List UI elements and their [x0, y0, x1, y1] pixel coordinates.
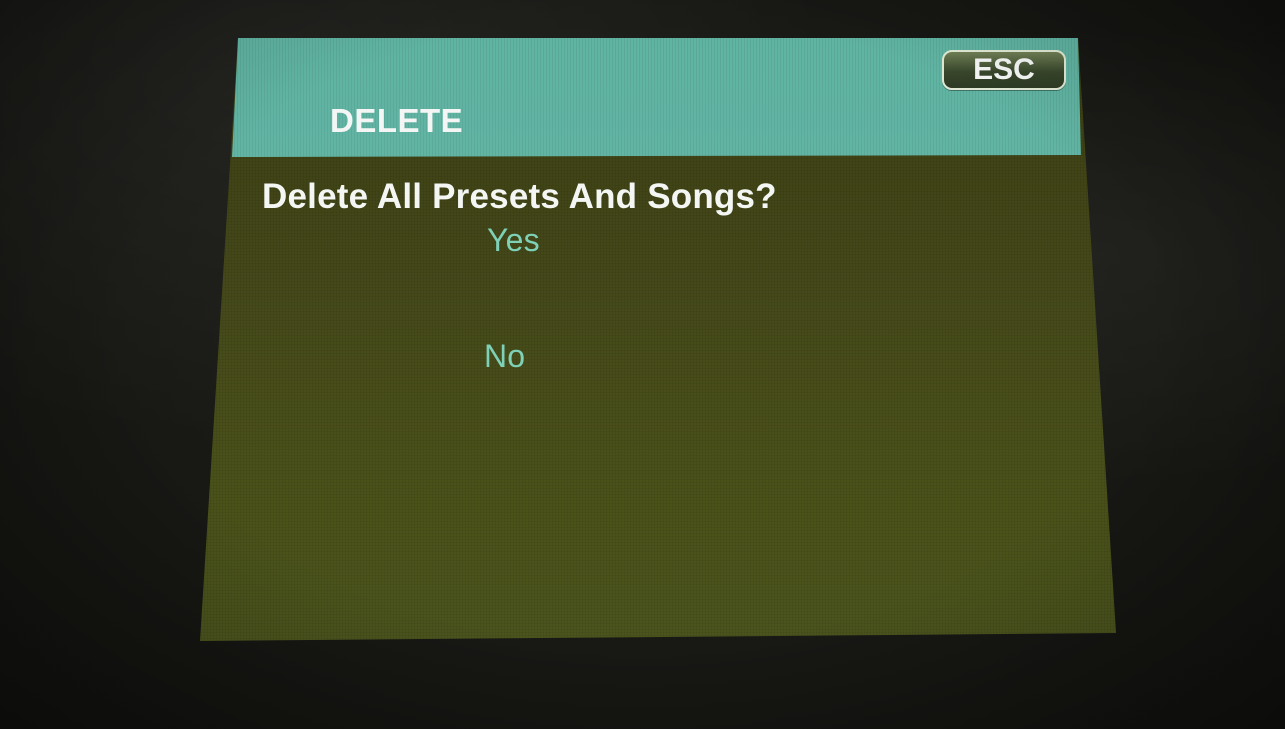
delete-prompt: Delete All Presets And Songs?: [262, 177, 777, 216]
option-no[interactable]: No: [484, 338, 525, 375]
page-title: DELETE: [330, 102, 464, 139]
esc-button[interactable]: ESC: [942, 50, 1066, 90]
option-yes[interactable]: Yes: [487, 222, 540, 259]
